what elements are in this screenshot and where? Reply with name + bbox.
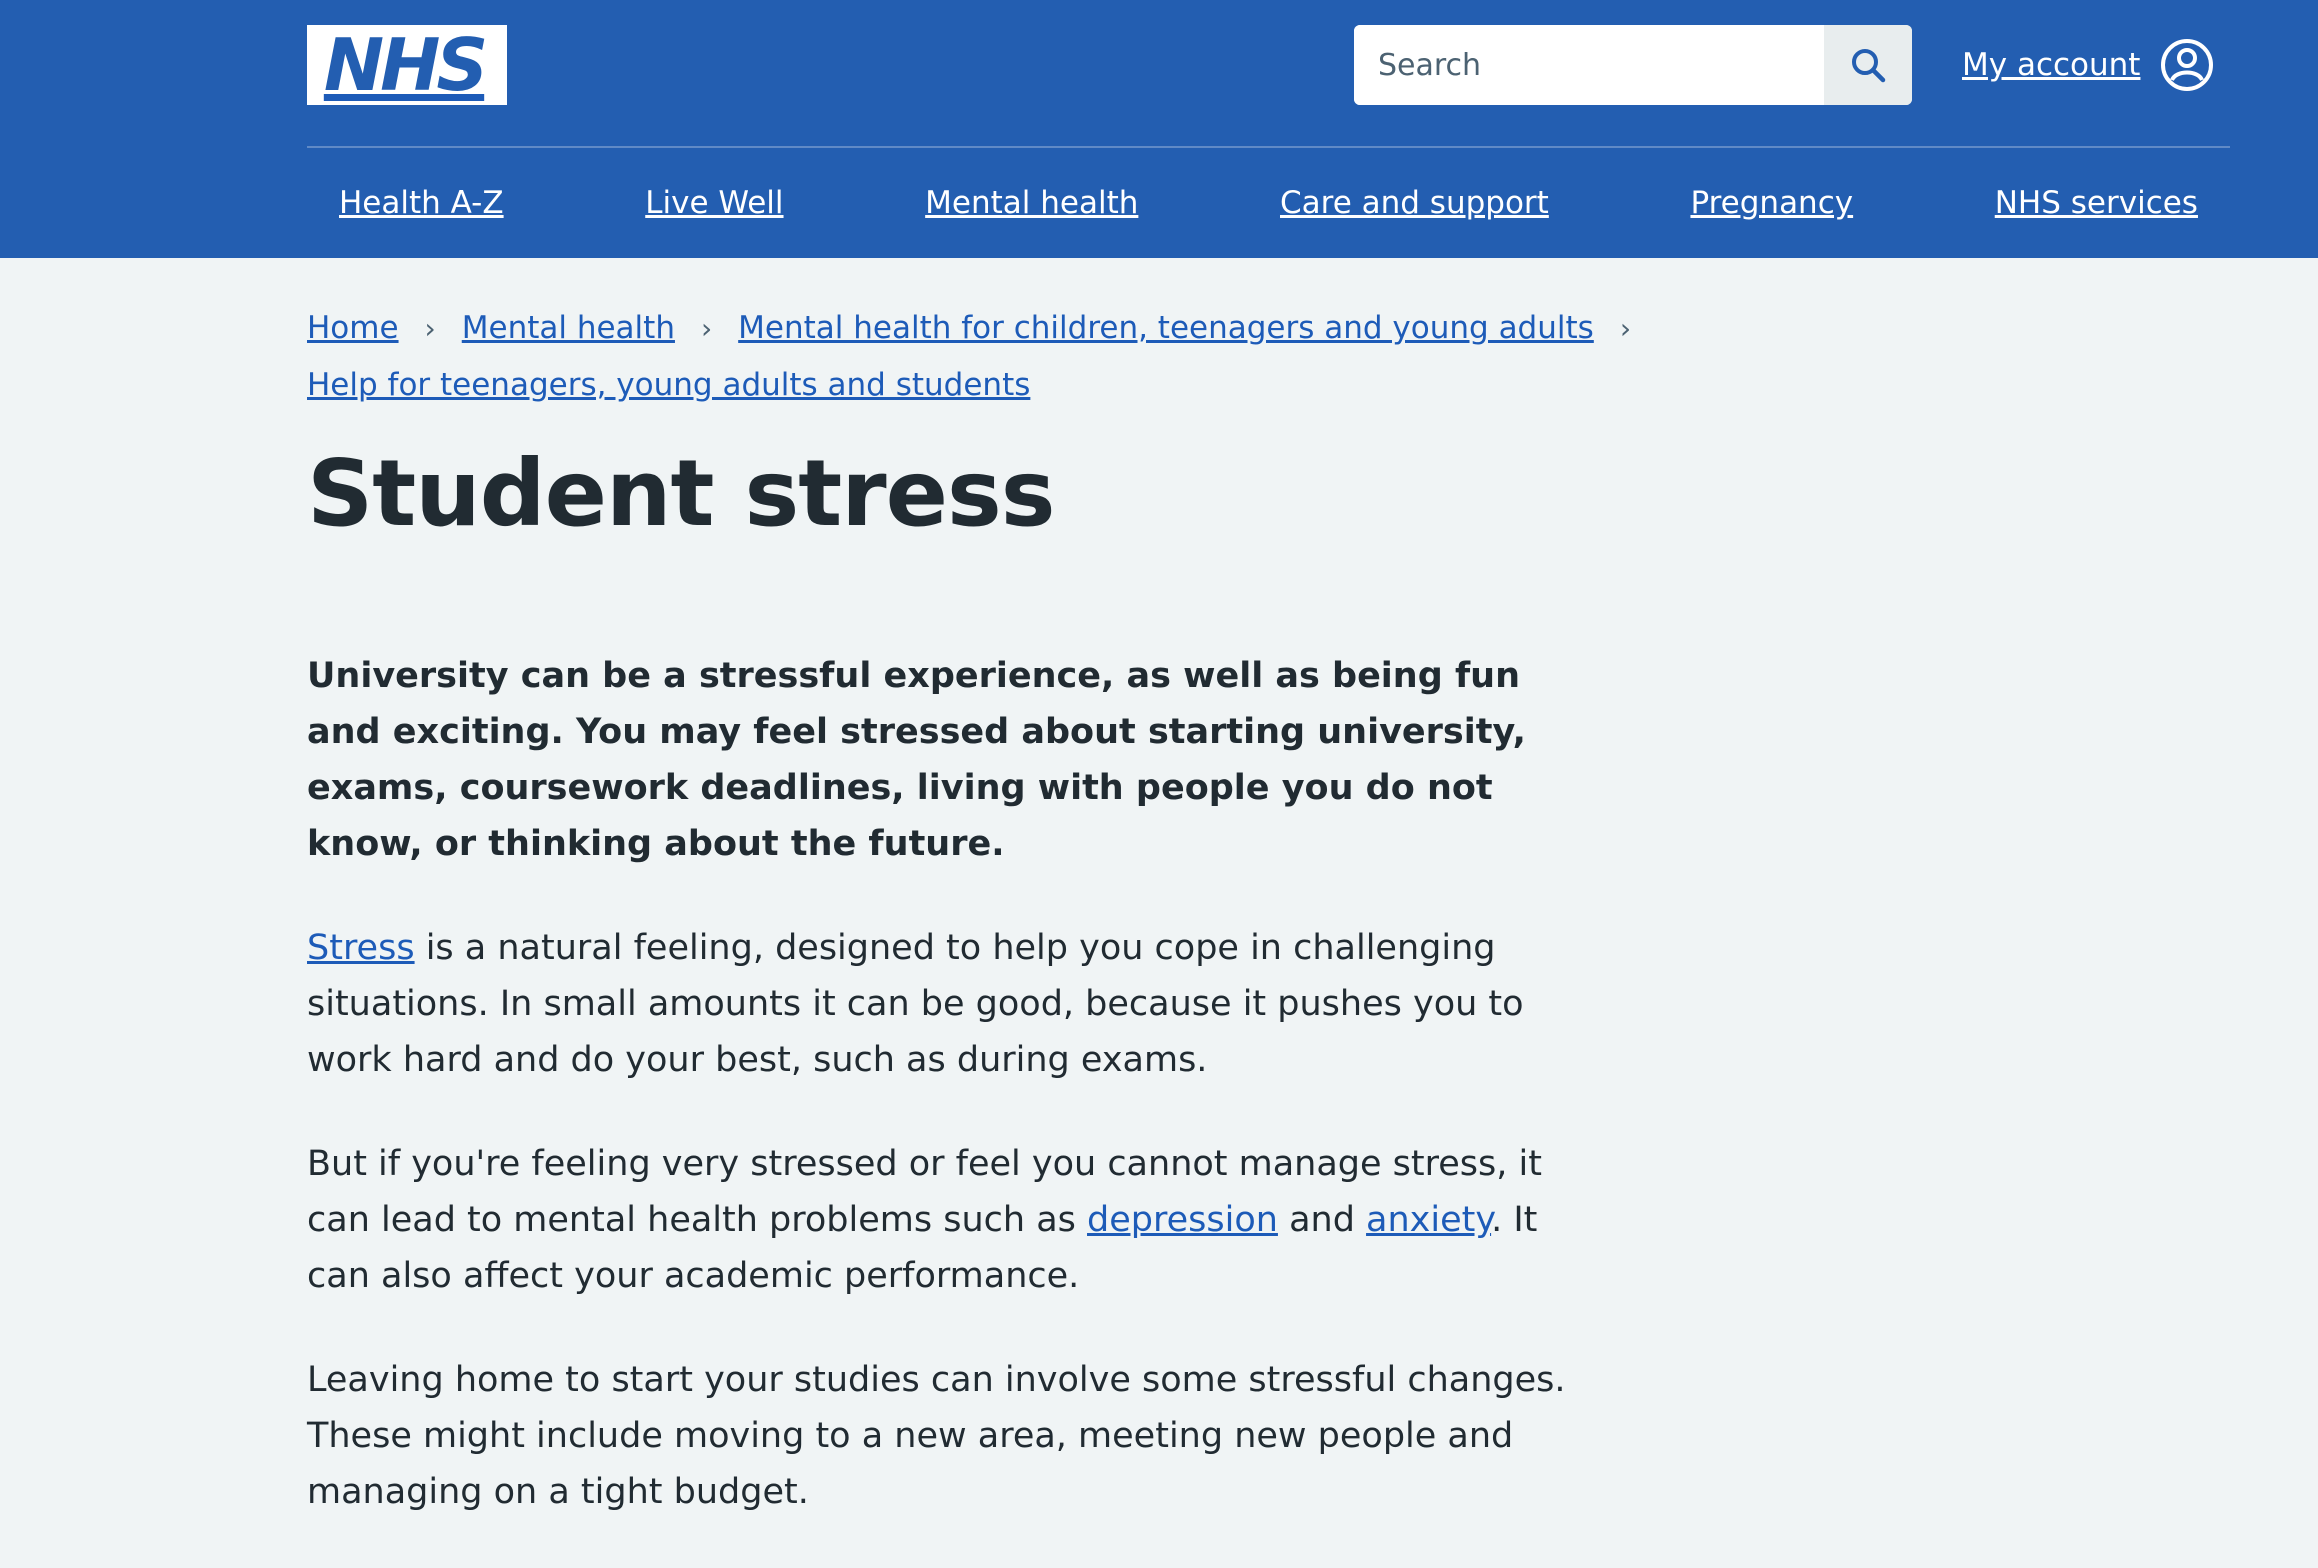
search-icon <box>1852 49 1886 83</box>
paragraph-leaving-home: Leaving home to start your studies can i… <box>307 1360 1566 1512</box>
header-bar: NHS My account <box>307 0 2230 148</box>
nav-item-pregnancy[interactable]: Pregnancy <box>1690 185 1853 221</box>
nav-item-care-and-support[interactable]: Care and support <box>1280 185 1549 221</box>
search-button[interactable] <box>1824 25 1912 105</box>
nav-item-live-well[interactable]: Live Well <box>645 185 783 221</box>
breadcrumb-help-for-teenagers[interactable]: Help for teenagers, young adults and stu… <box>307 367 1030 403</box>
stress-link[interactable]: Stress <box>307 928 415 968</box>
article-content: University can be a stressful experience… <box>307 648 1567 1568</box>
chevron-right-icon: › <box>700 312 713 345</box>
page-title: Student stress <box>307 440 1056 547</box>
main-navigation: Health A-Z Live Well Mental health Care … <box>307 148 2230 258</box>
nav-item-health-a-z[interactable]: Health A-Z <box>339 185 504 221</box>
paragraph-mental-health-problems: But if you're feeling very stressed or f… <box>307 1136 1567 1304</box>
lede-paragraph: University can be a stressful experience… <box>307 656 1526 864</box>
nhs-logo[interactable]: NHS <box>307 25 507 105</box>
nhs-logo-text: NHS <box>323 23 488 107</box>
nav-item-mental-health[interactable]: Mental health <box>925 185 1138 221</box>
anxiety-link[interactable]: anxiety <box>1366 1200 1491 1240</box>
account-area: My account <box>1962 25 2214 105</box>
search-input[interactable] <box>1354 25 1824 105</box>
site-header: NHS My account Health A-Z Live Well Ment… <box>0 0 2318 258</box>
chevron-right-icon: › <box>1619 312 1632 345</box>
paragraph-text: and <box>1277 1200 1367 1240</box>
paragraph-text: is a natural feeling, designed to help y… <box>307 928 1524 1080</box>
my-account-link[interactable]: My account <box>1962 47 2140 83</box>
paragraph-stress: Stress is a natural feeling, designed to… <box>307 920 1567 1088</box>
breadcrumb-home[interactable]: Home <box>307 310 399 346</box>
chevron-right-icon: › <box>424 312 436 345</box>
breadcrumb: Home › Mental health › Mental health for chi… <box>307 300 1707 413</box>
breadcrumb-mental-health[interactable]: Mental health <box>462 310 675 346</box>
search-form <box>1354 25 1912 105</box>
depression-link[interactable]: depression <box>1087 1200 1278 1240</box>
nav-item-nhs-services[interactable]: NHS services <box>1995 185 2198 221</box>
breadcrumb-children-teenagers-young-adults[interactable]: Mental health for children, teenagers an… <box>738 310 1594 346</box>
user-circle-icon[interactable] <box>2160 38 2214 92</box>
